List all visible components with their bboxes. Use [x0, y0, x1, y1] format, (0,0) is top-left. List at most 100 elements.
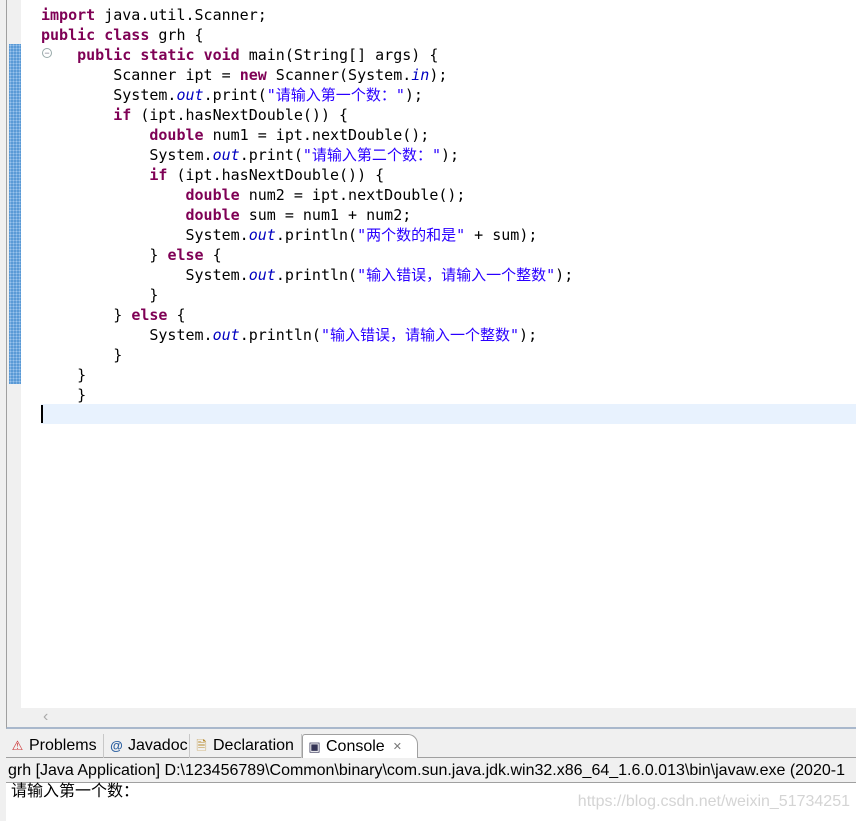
code-token: ); [519, 326, 538, 344]
string-literal: "输入错误，请输入一个整数" [357, 266, 556, 284]
code-token: } [41, 246, 168, 264]
code-token: System. [41, 86, 177, 104]
code-line: System.out.println("输入错误，请输入一个整数"); [41, 325, 573, 345]
code-token: ); [555, 266, 574, 284]
keyword: else [131, 306, 168, 324]
code-line: System.out.print("请输入第二个数："); [41, 145, 573, 165]
code-line: System.out.println("输入错误，请输入一个整数"); [41, 265, 573, 285]
keyword: new [239, 66, 267, 84]
console-icon: ▣ [308, 738, 321, 754]
code-editor[interactable]: − import java.util.Scanner; public class … [6, 0, 856, 729]
code-token: Scanner ipt = [41, 66, 240, 84]
string-literal: "输入错误，请输入一个整数" [320, 326, 520, 344]
keyword: double [149, 126, 204, 144]
code-token: .print( [203, 86, 267, 104]
tab-javadoc[interactable]: @ Javadoc [105, 734, 190, 758]
editor-gutter [7, 0, 21, 708]
code-line: double num2 = ipt.nextDouble(); [41, 185, 573, 205]
code-token: (ipt.hasNextDouble()) { [167, 166, 385, 184]
code-token: num1 = ipt.nextDouble(); [203, 126, 430, 144]
code-text[interactable]: import java.util.Scanner; public class gr… [41, 5, 573, 405]
line-ruler: − [21, 0, 52, 708]
code-token: java.util.Scanner; [95, 6, 267, 24]
code-token: num2 = ipt.nextDouble(); [239, 186, 466, 204]
code-token: .print( [239, 146, 303, 164]
code-token: System. [41, 326, 213, 344]
static-field: out [212, 146, 240, 164]
tab-declaration[interactable]: 🗎 Declaration [190, 734, 302, 758]
string-literal: "两个数的和是" [357, 226, 466, 244]
code-line: if (ipt.hasNextDouble()) { [41, 105, 573, 125]
code-line: public static void main(String[] args) { [41, 45, 573, 65]
tab-problems[interactable]: ⚠ Problems [6, 734, 104, 758]
console-output-text: 请输入第一个数： [11, 783, 140, 800]
tab-console[interactable]: ▣ Console ✕ [302, 734, 418, 758]
keyword: class [104, 26, 150, 44]
tab-label: Console [326, 737, 385, 755]
code-line: System.out.print("请输入第一个数："); [41, 85, 573, 105]
static-field: out [248, 226, 276, 244]
keyword: else [167, 246, 204, 264]
keyword: if [149, 166, 168, 184]
tab-label: Javadoc [128, 737, 188, 754]
code-line: } [41, 365, 573, 385]
code-token: sum = num1 + num2; [239, 206, 412, 224]
code-token: ); [440, 146, 460, 164]
code-token: main(String[] args) { [239, 46, 439, 64]
code-token: } [41, 346, 123, 364]
keyword: public [41, 26, 96, 44]
keyword: double [185, 206, 240, 224]
text-caret [41, 405, 43, 423]
code-line: public class grh { [41, 25, 573, 45]
code-token: } [41, 286, 159, 304]
console-process-label: grh [Java Application] D:\123456789\Comm… [6, 759, 856, 783]
keyword: public [77, 46, 132, 64]
horizontal-scrollbar[interactable]: ‹ [7, 708, 856, 727]
keyword: if [113, 106, 132, 124]
code-line: if (ipt.hasNextDouble()) { [41, 165, 573, 185]
change-marker [9, 44, 21, 384]
code-line: import java.util.Scanner; [41, 5, 573, 25]
code-token: System. [41, 266, 249, 284]
static-field: out [212, 326, 240, 344]
code-token: ); [404, 86, 423, 104]
static-field: in [411, 66, 430, 84]
static-field: out [176, 86, 204, 104]
code-token: } [41, 306, 132, 324]
string-literal: "请输入第一个数：" [266, 86, 405, 104]
scroll-left-icon[interactable]: ‹ [43, 708, 48, 726]
code-line: System.out.println("两个数的和是" + sum); [41, 225, 573, 245]
view-tabs: ⚠ Problems @ Javadoc 🗎 Declaration ▣ Console… [6, 734, 856, 758]
code-token: .println( [239, 326, 321, 344]
static-field: out [248, 266, 276, 284]
code-token: ); [429, 66, 448, 84]
code-token: (ipt.hasNextDouble()) { [131, 106, 349, 124]
code-line: } [41, 345, 573, 365]
code-token: { [167, 306, 186, 324]
code-token: } [41, 386, 87, 404]
code-line: } else { [41, 305, 573, 325]
close-icon[interactable]: ✕ [393, 735, 402, 759]
keyword: import [41, 6, 96, 24]
code-line: } [41, 385, 573, 405]
declaration-icon: 🗎 [196, 738, 207, 753]
code-token: + sum); [465, 226, 538, 244]
code-token: } [41, 366, 87, 384]
code-line: Scanner ipt = new Scanner(System.in); [41, 65, 573, 85]
code-token: Scanner(System. [266, 66, 412, 84]
code-token: .println( [275, 226, 358, 244]
keyword: void [203, 46, 240, 64]
string-literal: "请输入第二个数：" [302, 146, 441, 164]
keyword: double [185, 186, 240, 204]
keyword: static [140, 46, 195, 64]
at-icon: @ [110, 738, 123, 753]
